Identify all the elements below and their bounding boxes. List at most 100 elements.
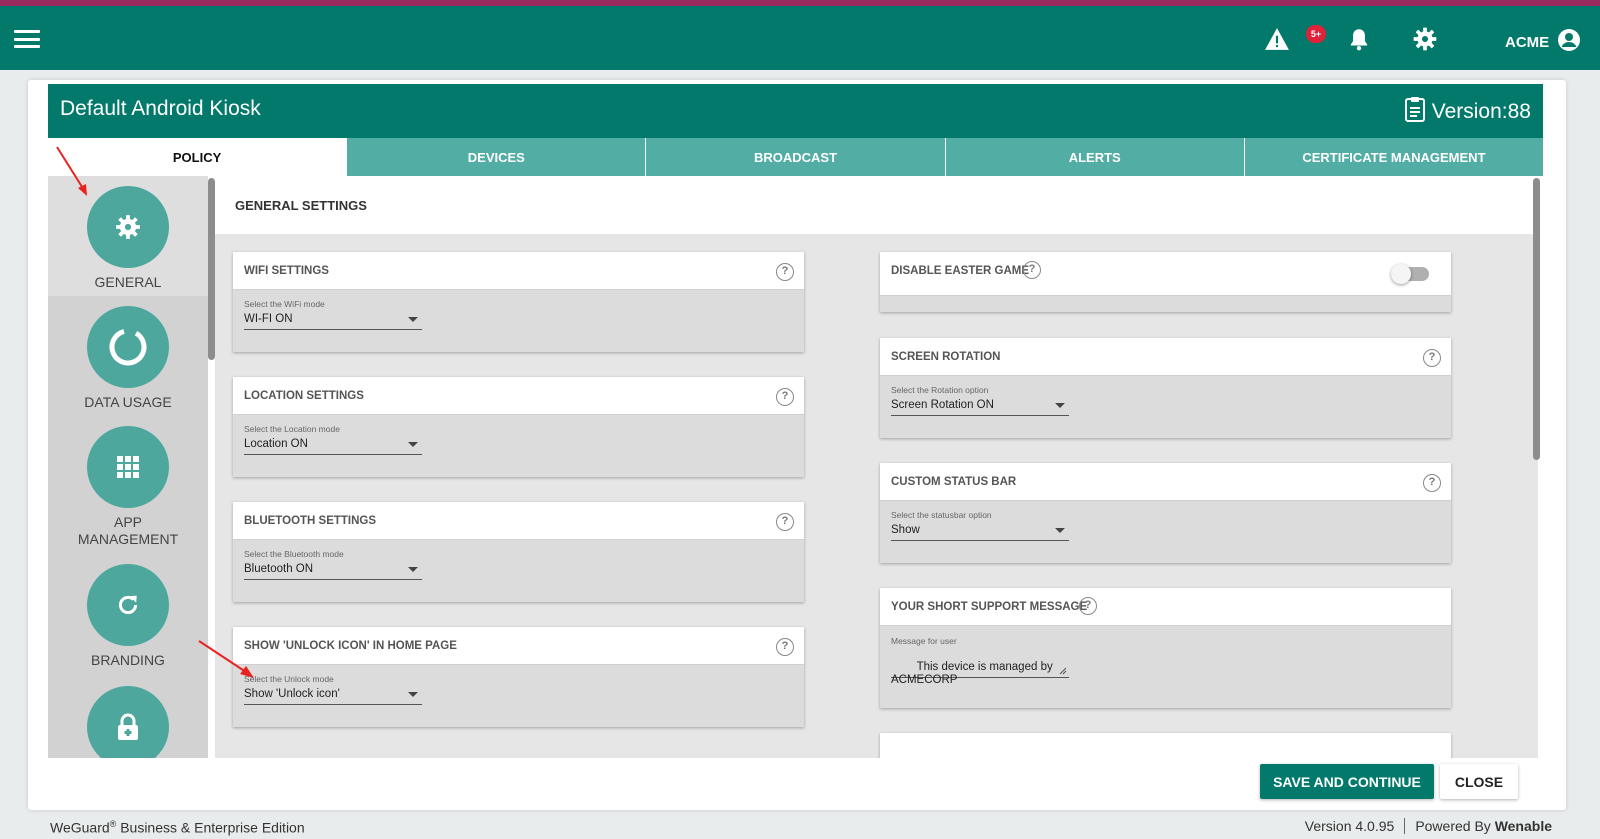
easter-game-title: DISABLE EASTER GAME xyxy=(891,265,1030,277)
support-message-text: This device is managed by ACMECORP xyxy=(891,661,1053,686)
chevron-down-icon xyxy=(408,692,418,697)
clipboard-icon xyxy=(1404,96,1426,128)
bluetooth-mode-value: Bluetooth ON xyxy=(244,563,314,575)
next-setting-card xyxy=(880,733,1451,758)
policy-tabs: POLICY DEVICES BROADCAST ALERTS CERTIFIC… xyxy=(48,138,1544,176)
unlock-icon-settings-title: SHOW 'UNLOCK ICON' IN HOME PAGE xyxy=(244,640,457,652)
content-scrollbar[interactable] xyxy=(1533,178,1540,460)
save-and-continue-button[interactable]: SAVE AND CONTINUE xyxy=(1260,764,1434,799)
sidebar-label-data-usage: DATA USAGE xyxy=(84,394,172,410)
lock-icon xyxy=(87,686,169,758)
annotation-arrow-unlock xyxy=(198,640,254,678)
support-field-label: Message for user xyxy=(891,636,957,646)
settings-gear-icon[interactable] xyxy=(1412,26,1438,52)
ring-icon xyxy=(87,306,169,388)
screen-rotation-card: SCREEN ROTATION? Select the Rotation opt… xyxy=(880,338,1451,438)
wifi-mode-select[interactable]: WI-FI ON xyxy=(244,312,422,330)
bluetooth-mode-select[interactable]: Bluetooth ON xyxy=(244,562,422,580)
alert-triangle-icon[interactable] xyxy=(1264,26,1290,52)
powered-brand: Wenable xyxy=(1494,818,1552,834)
support-message-title: YOUR SHORT SUPPORT MESSAGE xyxy=(891,601,1088,613)
help-icon[interactable]: ? xyxy=(776,513,794,531)
footer-powered: Powered By Wenable xyxy=(1415,818,1552,834)
policy-title: Default Android Kiosk xyxy=(60,97,261,120)
help-icon[interactable]: ? xyxy=(1023,261,1041,279)
support-message-textarea[interactable]: This device is managed by ACMECORP xyxy=(891,648,1069,686)
chevron-down-icon xyxy=(408,317,418,322)
unlock-mode-value: Show 'Unlock icon' xyxy=(244,688,340,700)
rotation-value: Screen Rotation ON xyxy=(891,399,994,411)
tab-alerts[interactable]: ALERTS xyxy=(944,138,1244,176)
tab-broadcast[interactable]: BROADCAST xyxy=(645,138,945,176)
general-settings-panel: GENERAL SETTINGS WIFI SETTINGS? Select t… xyxy=(215,176,1538,758)
policy-sidebar: GENERAL DATA USAGE APP MANAGEMENT BRANDI… xyxy=(48,176,208,758)
user-menu[interactable]: ACME xyxy=(1505,28,1581,56)
gear-icon xyxy=(87,186,169,268)
statusbar-select[interactable]: Show xyxy=(891,523,1069,541)
sidebar-item-security[interactable] xyxy=(48,686,208,758)
help-icon[interactable]: ? xyxy=(776,388,794,406)
bluetooth-settings-title: BLUETOOTH SETTINGS xyxy=(244,515,377,527)
footer-version: Version 4.0.95 xyxy=(1304,818,1395,834)
alerts-count-badge: 5+ xyxy=(1306,25,1326,43)
wifi-settings-card: WIFI SETTINGS? Select the WiFi mode WI-F… xyxy=(233,252,804,352)
sidebar-scrollbar[interactable] xyxy=(208,178,215,360)
tab-devices[interactable]: DEVICES xyxy=(346,138,646,176)
avatar-icon xyxy=(1557,28,1581,56)
policy-title-bar: Default Android Kiosk Version:88 xyxy=(48,84,1543,138)
wifi-settings-title: WIFI SETTINGS xyxy=(244,265,329,277)
tab-certificate-management[interactable]: CERTIFICATE MANAGEMENT xyxy=(1243,138,1544,176)
rotation-select[interactable]: Screen Rotation ON xyxy=(891,398,1069,416)
chevron-down-icon xyxy=(1055,528,1065,533)
easter-game-toggle[interactable] xyxy=(1391,264,1429,284)
wifi-select-label: Select the WiFi mode xyxy=(244,299,325,309)
user-name: ACME xyxy=(1505,33,1550,51)
sidebar-item-branding[interactable]: BRANDING xyxy=(48,564,208,669)
unlock-icon-settings-card: SHOW 'UNLOCK ICON' IN HOME PAGE? Select … xyxy=(233,627,804,727)
powered-prefix: Powered By xyxy=(1415,818,1495,834)
location-settings-card: LOCATION SETTINGS? Select the Location m… xyxy=(233,377,804,477)
policy-version: Version:88 xyxy=(1404,96,1531,128)
top-app-bar: 5+ ACME xyxy=(0,6,1600,70)
version-text: Version:88 xyxy=(1431,100,1531,123)
help-icon[interactable]: ? xyxy=(1423,474,1441,492)
chevron-down-icon xyxy=(408,567,418,572)
bell-icon[interactable] xyxy=(1346,26,1372,52)
section-header: GENERAL SETTINGS xyxy=(215,176,1538,234)
footer-edition: WeGuard® Business & Enterprise Edition xyxy=(50,819,305,836)
help-icon[interactable]: ? xyxy=(1079,597,1097,615)
help-icon[interactable]: ? xyxy=(1423,349,1441,367)
sidebar-label-branding: BRANDING xyxy=(91,652,165,668)
statusbar-value: Show xyxy=(891,524,920,536)
location-select-label: Select the Location mode xyxy=(244,424,340,434)
sidebar-item-data-usage[interactable]: DATA USAGE xyxy=(48,306,208,411)
location-mode-value: Location ON xyxy=(244,438,308,450)
sidebar-item-app-management[interactable]: APP MANAGEMENT xyxy=(48,426,208,548)
footer-brand: WeGuard xyxy=(50,819,110,836)
help-icon[interactable]: ? xyxy=(776,263,794,281)
help-icon[interactable]: ? xyxy=(776,638,794,656)
close-button[interactable]: CLOSE xyxy=(1440,764,1518,799)
resize-handle-icon[interactable] xyxy=(1059,667,1067,675)
refresh-icon xyxy=(87,564,169,646)
menu-icon[interactable] xyxy=(14,30,40,48)
screen-rotation-title: SCREEN ROTATION xyxy=(891,351,1001,363)
status-bar-title: CUSTOM STATUS BAR xyxy=(891,476,1017,488)
easter-game-card: DISABLE EASTER GAME ? xyxy=(880,252,1451,312)
statusbar-select-label: Select the statusbar option xyxy=(891,510,992,520)
unlock-mode-select[interactable]: Show 'Unlock icon' xyxy=(244,687,422,705)
rotation-select-label: Select the Rotation option xyxy=(891,385,989,395)
annotation-arrow-general xyxy=(56,146,87,196)
location-mode-select[interactable]: Location ON xyxy=(244,437,422,455)
footer-divider xyxy=(1404,818,1406,834)
chevron-down-icon xyxy=(408,442,418,447)
grid-icon xyxy=(87,426,169,508)
chevron-down-icon xyxy=(1055,403,1065,408)
status-bar-card: CUSTOM STATUS BAR? Select the statusbar … xyxy=(880,463,1451,563)
sidebar-label-general: GENERAL xyxy=(94,274,162,290)
location-settings-title: LOCATION SETTINGS xyxy=(244,390,364,402)
footer-info: Version 4.0.95 Powered By Wenable xyxy=(1305,818,1552,834)
support-message-card: YOUR SHORT SUPPORT MESSAGE ? Message for… xyxy=(880,588,1451,708)
bluetooth-select-label: Select the Bluetooth mode xyxy=(244,549,344,559)
wifi-mode-value: WI-FI ON xyxy=(244,313,293,325)
